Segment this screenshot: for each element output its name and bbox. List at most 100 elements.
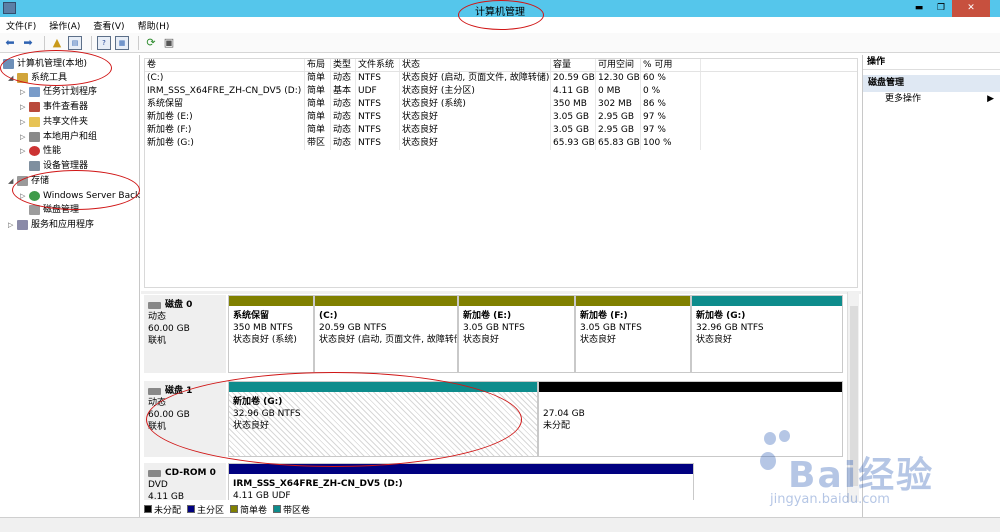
export-icon[interactable]: ▣ <box>162 36 176 50</box>
volume-list-header: 卷 布局 类型 文件系统 状态 容量 可用空间 % 可用 <box>145 59 857 72</box>
navigation-tree: 计算机管理(本地) ◢ 系统工具 ▷ 任务计划程序 ▷ 事件查看器 ▷ 共享文件… <box>0 55 140 517</box>
column-header-filesystem[interactable]: 文件系统 <box>356 59 400 71</box>
back-icon[interactable]: ⬅ <box>3 36 17 50</box>
disk-management-icon <box>29 205 40 215</box>
collapse-arrow-icon[interactable]: ▷ <box>20 189 29 203</box>
table-row[interactable]: (C:) 简单 动态 NTFS 状态良好 (启动, 页面文件, 故障转储) 20… <box>145 72 857 85</box>
scrollbar-thumb[interactable] <box>850 306 858 486</box>
column-header-percent-free[interactable]: % 可用 <box>641 59 701 71</box>
column-header-volume[interactable]: 卷 <box>145 59 305 71</box>
actions-pane: 操作 磁盘管理 更多操作 ▶ <box>862 55 1000 517</box>
performance-icon <box>29 146 40 156</box>
actions-section-disk-management[interactable]: 磁盘管理 <box>863 75 1000 92</box>
tree-windows-server-backup[interactable]: ▷ Windows Server Back <box>20 189 140 203</box>
disk-icon <box>148 387 161 395</box>
properties-icon[interactable]: ▦ <box>115 35 129 50</box>
volume-list: 卷 布局 类型 文件系统 状态 容量 可用空间 % 可用 (C:) 简单 动态 … <box>144 58 858 288</box>
tree-root[interactable]: 计算机管理(本地) <box>3 57 87 71</box>
tools-icon <box>17 73 28 83</box>
partition-unallocated[interactable]: 27.04 GB 未分配 <box>538 381 843 457</box>
menu-view[interactable]: 查看(V) <box>93 19 124 32</box>
collapse-arrow-icon[interactable]: ▷ <box>20 144 29 158</box>
partition-c[interactable]: (C:) 20.59 GB NTFS 状态良好 (启动, 页面文件, 故障转储 <box>314 295 458 373</box>
partition-g-disk0[interactable]: 新加卷 (G:) 32.96 GB NTFS 状态良好 <box>691 295 843 373</box>
users-icon <box>29 132 40 142</box>
collapse-arrow-icon[interactable]: ▷ <box>8 218 17 232</box>
tree-system-tools[interactable]: ◢ 系统工具 <box>8 71 67 85</box>
tree-services-apps[interactable]: ▷ 服务和应用程序 <box>8 218 94 232</box>
tree-task-scheduler[interactable]: ▷ 任务计划程序 <box>20 85 97 99</box>
storage-icon <box>17 176 28 186</box>
column-header-status[interactable]: 状态 <box>400 59 551 71</box>
table-row[interactable]: IRM_SSS_X64FRE_ZH-CN_DV5 (D:) 简单 基本 UDF … <box>145 85 857 98</box>
disk-1-label[interactable]: 磁盘 1 动态 60.00 GB 联机 <box>144 381 226 457</box>
window-title: 计算机管理 <box>475 7 525 18</box>
menu-file[interactable]: 文件(F) <box>6 19 36 32</box>
computer-management-window: 计算机管理 ▬ ❐ ✕ 文件(F) 操作(A) 查看(V) 帮助(H) ⬅ ➡ … <box>0 0 1000 532</box>
table-row[interactable]: 新加卷 (E:) 简单 动态 NTFS 状态良好 3.05 GB 2.95 GB… <box>145 111 857 124</box>
partition-system-reserved[interactable]: 系统保留 350 MB NTFS 状态良好 (系统) <box>228 295 314 373</box>
help-icon[interactable]: ? <box>97 35 111 50</box>
collapse-arrow-icon[interactable]: ▷ <box>20 85 29 99</box>
collapse-arrow-icon[interactable]: ▷ <box>20 115 29 129</box>
folder-icon <box>29 117 40 127</box>
disk-map-scrollbar[interactable] <box>847 292 859 502</box>
tree-local-users[interactable]: ▷ 本地用户和组 <box>20 130 97 144</box>
disk-0-label[interactable]: 磁盘 0 动态 60.00 GB 联机 <box>144 295 226 373</box>
expand-arrow-icon[interactable]: ◢ <box>8 71 17 85</box>
minimize-button[interactable]: ▬ <box>908 0 930 17</box>
tree-disk-management[interactable]: 磁盘管理 <box>29 203 79 217</box>
clock-icon <box>29 87 40 97</box>
disk-management-pane: 卷 布局 类型 文件系统 状态 容量 可用空间 % 可用 (C:) 简单 动态 … <box>141 55 861 517</box>
legend-swatch <box>230 505 239 513</box>
legend-swatch <box>273 505 282 513</box>
chevron-right-icon: ▶ <box>987 94 994 104</box>
title-bar[interactable]: 计算机管理 ▬ ❐ ✕ <box>0 0 1000 18</box>
expand-arrow-icon[interactable]: ◢ <box>8 174 17 188</box>
backup-icon <box>29 191 40 201</box>
status-bar <box>0 517 1000 532</box>
tree-device-manager[interactable]: 设备管理器 <box>29 159 88 173</box>
cdrom-0-label[interactable]: CD-ROM 0 DVD 4.11 GB <box>144 463 226 500</box>
tree-event-viewer[interactable]: ▷ 事件查看器 <box>20 100 88 114</box>
table-row[interactable]: 系统保留 简单 动态 NTFS 状态良好 (系统) 350 MB 302 MB … <box>145 98 857 111</box>
device-manager-icon <box>29 161 40 171</box>
show-hide-tree-icon[interactable]: ▤ <box>68 35 82 50</box>
collapse-arrow-icon[interactable]: ▷ <box>20 130 29 144</box>
tree-performance[interactable]: ▷ 性能 <box>20 144 61 158</box>
collapse-arrow-icon[interactable]: ▷ <box>20 100 29 114</box>
menu-help[interactable]: 帮助(H) <box>138 19 170 32</box>
actions-header: 操作 <box>863 55 1000 70</box>
legend-swatch <box>144 505 152 513</box>
close-button[interactable]: ✕ <box>952 0 990 17</box>
disk-map: 磁盘 0 动态 60.00 GB 联机 系统保留 350 MB NTFS 状态良好 … <box>144 295 847 500</box>
event-viewer-icon <box>29 102 40 112</box>
refresh-icon[interactable]: ⟳ <box>144 36 158 50</box>
legend-swatch <box>187 505 196 513</box>
maximize-button[interactable]: ❐ <box>930 0 952 17</box>
partition-e[interactable]: 新加卷 (E:) 3.05 GB NTFS 状态良好 <box>458 295 575 373</box>
menu-action[interactable]: 操作(A) <box>49 19 80 32</box>
disk-legend: 未分配 主分区 简单卷 带区卷 <box>144 503 859 516</box>
table-row[interactable]: 新加卷 (F:) 简单 动态 NTFS 状态良好 3.05 GB 2.95 GB… <box>145 124 857 137</box>
cdrom-icon <box>148 469 161 477</box>
toolbar: ⬅ ➡ ▲ ▤ ? ▦ ⟳ ▣ <box>0 33 1000 53</box>
more-actions[interactable]: 更多操作 ▶ <box>863 92 1000 107</box>
computer-icon <box>3 59 14 69</box>
pane-splitter[interactable] <box>141 291 861 294</box>
up-icon[interactable]: ▲ <box>50 36 64 50</box>
partition-d[interactable]: IRM_SSS_X64FRE_ZH-CN_DV5 (D:) 4.11 GB UDF <box>228 463 694 500</box>
services-icon <box>17 220 28 230</box>
column-header-capacity[interactable]: 容量 <box>551 59 596 71</box>
tree-shared-folders[interactable]: ▷ 共享文件夹 <box>20 115 88 129</box>
tree-storage[interactable]: ◢ 存储 <box>8 174 49 188</box>
forward-icon[interactable]: ➡ <box>21 36 35 50</box>
disk-icon <box>148 301 161 309</box>
column-header-layout[interactable]: 布局 <box>305 59 331 71</box>
menu-bar: 文件(F) 操作(A) 查看(V) 帮助(H) <box>0 17 1000 33</box>
column-header-free-space[interactable]: 可用空间 <box>596 59 641 71</box>
partition-g-disk1[interactable]: 新加卷 (G:) 32.96 GB NTFS 状态良好 <box>228 381 538 457</box>
column-header-type[interactable]: 类型 <box>331 59 356 71</box>
table-row[interactable]: 新加卷 (G:) 带区 动态 NTFS 状态良好 65.93 GB 65.83 … <box>145 137 857 150</box>
partition-f[interactable]: 新加卷 (F:) 3.05 GB NTFS 状态良好 <box>575 295 691 373</box>
